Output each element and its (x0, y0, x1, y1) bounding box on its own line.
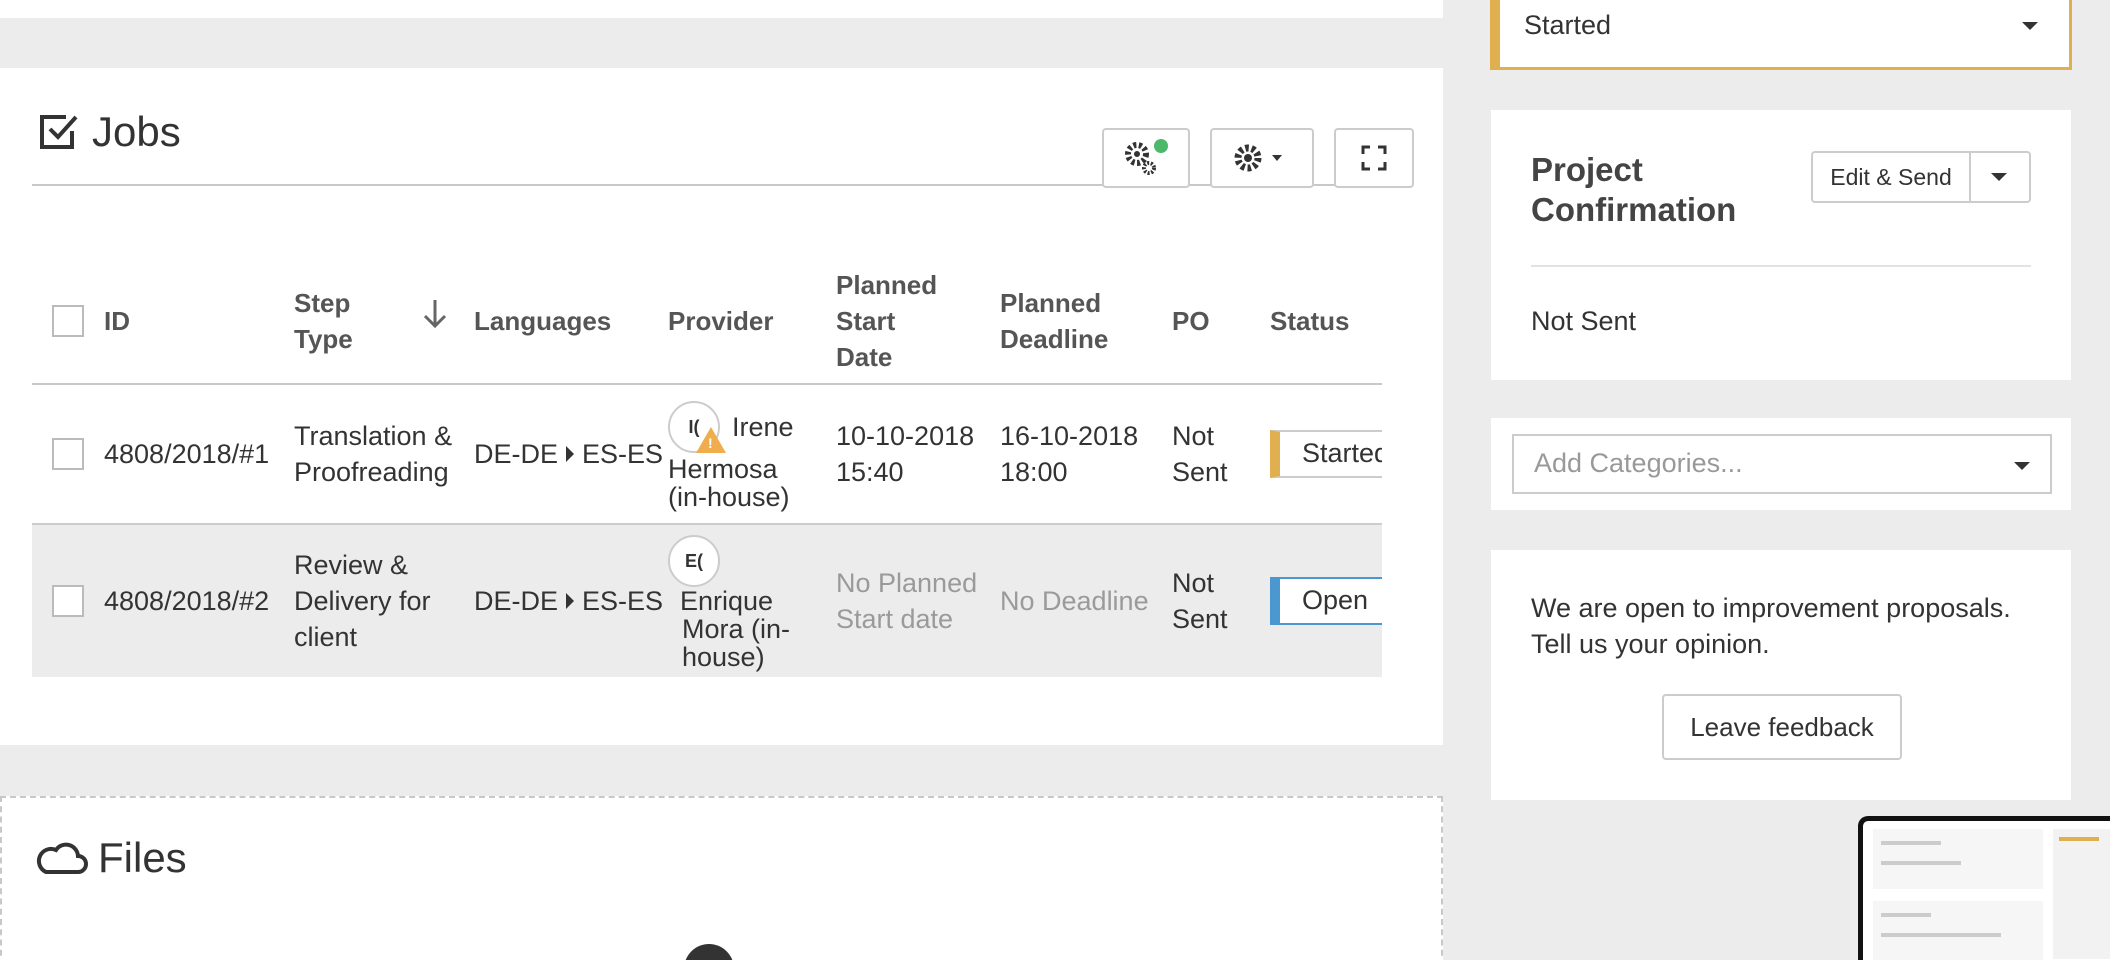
job-deadline: 16-10-2018 18:00 (1000, 421, 1139, 487)
upload-icon[interactable] (684, 944, 734, 960)
arrow-right-icon (566, 593, 575, 609)
status-badge[interactable]: Started (1270, 430, 1382, 478)
job-po: Not Sent (1172, 421, 1228, 487)
jobs-panel: Jobs ID Step Type Languages Provider Pla… (0, 68, 1443, 745)
job-po: Not Sent (1172, 568, 1228, 634)
source-language: DE-DE (474, 439, 559, 469)
avatar[interactable]: E( (668, 535, 720, 587)
row-checkbox[interactable] (52, 438, 84, 470)
checkbox-checked-icon (40, 115, 78, 149)
column-planned-deadline[interactable]: Planned Deadline (1000, 285, 1150, 357)
chevron-down-icon (2014, 462, 2030, 470)
table-row[interactable]: 4808/2018/#1 Translation & Proofreading … (32, 385, 1382, 525)
expand-icon (1361, 145, 1387, 171)
source-language: DE-DE (474, 586, 559, 616)
job-deadline: No Deadline (1000, 586, 1149, 616)
categories-placeholder: Add Categories... (1534, 448, 1743, 478)
sort-down-icon[interactable] (422, 298, 448, 330)
categories-input[interactable]: Add Categories... (1512, 434, 2052, 494)
table-header: ID Step Type Languages Provider Planned … (32, 258, 1382, 385)
provider-name[interactable]: Irene (732, 413, 794, 441)
provider-name-rest[interactable]: Hermosa (in-house) (668, 455, 808, 511)
preview-line (2059, 837, 2099, 841)
chevron-down-icon (2022, 22, 2038, 30)
project-status-select[interactable]: Started (1490, 0, 2072, 70)
categories-panel: Add Categories... (1491, 418, 2071, 510)
target-language: ES-ES (582, 586, 664, 616)
table-row[interactable]: 4808/2018/#2 Review & Delivery for clien… (32, 525, 1382, 677)
jobs-title: Jobs (38, 108, 181, 156)
chevron-down-icon (1991, 173, 2007, 181)
preview-line (1881, 933, 2001, 937)
edit-send-button[interactable]: Edit & Send (1813, 153, 1971, 201)
column-planned-start[interactable]: Planned Start Date (836, 267, 956, 375)
project-confirmation-title: Project Confirmation (1531, 151, 1737, 228)
preview-line (1881, 913, 1931, 917)
jobs-header: Jobs (32, 98, 1414, 188)
feedback-panel: We are open to improvement proposals. Te… (1491, 550, 2071, 800)
column-id[interactable]: ID (104, 303, 130, 339)
project-status-value: Started (1524, 10, 1612, 40)
project-confirmation-panel: Project Confirmation Edit & Send Not Sen… (1491, 110, 2071, 380)
edit-send-dropdown-toggle[interactable] (1971, 153, 2029, 201)
files-panel: Files (0, 796, 1443, 960)
feedback-text: We are open to improvement proposals. Te… (1531, 593, 2011, 659)
edit-send-split-button[interactable]: Edit & Send (1811, 151, 2031, 203)
online-dot-icon (1154, 139, 1168, 153)
preview-line (1881, 841, 1941, 845)
page-preview-thumbnail[interactable] (1858, 816, 2110, 960)
files-title: Files (34, 834, 187, 882)
preview-sidebar-block (2053, 829, 2110, 959)
preview-process-block (1873, 901, 2043, 960)
provider-name[interactable]: Enrique Mora (in-house) (668, 587, 808, 671)
job-start-date: 10-10-2018 15:40 (836, 421, 975, 487)
column-languages[interactable]: Languages (474, 303, 611, 339)
status-badge[interactable]: Open (1270, 577, 1382, 625)
divider (1531, 265, 2031, 267)
jobs-table: ID Step Type Languages Provider Planned … (32, 258, 1382, 677)
column-step-type[interactable]: Step Type (294, 285, 404, 357)
select-all-checkbox[interactable] (52, 304, 84, 337)
top-panel-edge (0, 0, 1443, 18)
job-id[interactable]: 4808/2018/#1 (104, 436, 269, 472)
cloud-icon (36, 842, 88, 874)
leave-feedback-button[interactable]: Leave feedback (1662, 694, 1902, 760)
preview-languages-block (1873, 829, 2043, 889)
warning-icon: ! (696, 427, 726, 453)
fullscreen-button[interactable] (1334, 128, 1414, 188)
job-step-type: Translation & Proofreading (294, 421, 453, 487)
target-language: ES-ES (582, 439, 664, 469)
job-start-date: No Planned Start date (836, 568, 978, 634)
settings-dropdown-button[interactable] (1210, 128, 1314, 188)
arrow-right-icon (566, 446, 575, 462)
confirmation-status: Not Sent (1531, 306, 1637, 336)
preview-line (1881, 861, 1961, 865)
column-po[interactable]: PO (1172, 303, 1210, 339)
online-settings-button[interactable] (1102, 128, 1190, 188)
gear-icon (1234, 144, 1282, 172)
job-languages: DE-DE ES-ES (474, 583, 663, 619)
column-status[interactable]: Status (1270, 303, 1349, 339)
gears-icon (1125, 139, 1168, 175)
job-languages: DE-DE ES-ES (474, 436, 663, 472)
column-provider[interactable]: Provider (668, 303, 774, 339)
job-id[interactable]: 4808/2018/#2 (104, 583, 269, 619)
job-step-type: Review & Delivery for client (294, 550, 431, 652)
row-checkbox[interactable] (52, 585, 84, 617)
